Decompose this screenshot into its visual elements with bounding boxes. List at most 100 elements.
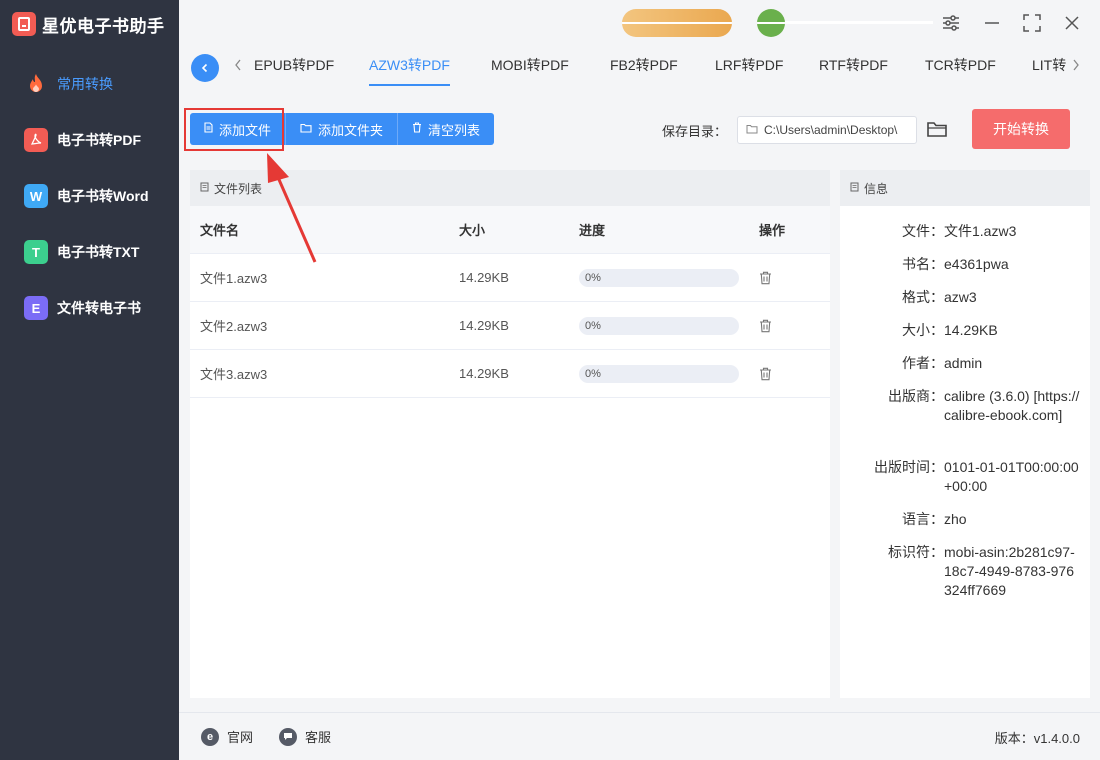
info-key: 语言： xyxy=(902,511,944,527)
info-value: zho xyxy=(944,511,967,527)
table-header: 文件名 大小 进度 操作 xyxy=(190,206,830,254)
back-button[interactable] xyxy=(191,54,219,82)
sidebar-item-label: 电子书转PDF xyxy=(57,132,141,148)
table-row[interactable]: 文件2.azw3 14.29KB 0% xyxy=(190,302,830,350)
ie-globe-icon: e xyxy=(201,727,219,746)
close-icon[interactable] xyxy=(1061,12,1083,34)
word-icon: W xyxy=(24,184,48,208)
clear-list-button[interactable]: 清空列表 xyxy=(398,113,495,145)
maximize-icon[interactable] xyxy=(1021,12,1043,34)
settings-sliders-icon[interactable] xyxy=(940,12,962,34)
add-file-button[interactable]: 添加文件 xyxy=(190,113,287,145)
delete-row-icon[interactable] xyxy=(759,271,773,285)
support-link[interactable]: 客服 xyxy=(279,727,331,746)
website-link[interactable]: e 官网 xyxy=(201,727,253,746)
tab-mobi-to-pdf[interactable]: MOBI转PDF xyxy=(491,48,569,88)
txt-icon: T xyxy=(24,240,48,264)
status-bar: e 官网 客服 版本：v1.4.0.0 xyxy=(179,712,1100,760)
title-bar xyxy=(179,0,1100,48)
file-list-header: 文件列表 xyxy=(190,170,830,206)
tab-epub-to-pdf[interactable]: EPUB转PDF xyxy=(254,48,334,88)
minimize-icon[interactable] xyxy=(981,12,1003,34)
info-key: 文件： xyxy=(902,223,944,239)
progress-text: 0% xyxy=(585,271,601,284)
pdf-icon xyxy=(24,128,48,152)
tab-fb2-to-pdf[interactable]: FB2转PDF xyxy=(610,48,678,88)
sidebar-item-common[interactable]: 常用转换 xyxy=(0,62,179,106)
clear-list-label: 清空列表 xyxy=(428,122,481,138)
progress-bar: 0% xyxy=(579,268,739,287)
info-value: 0101-01-01T00:00:00+00:00 xyxy=(944,459,1079,494)
sidebar-item-ebook-to-pdf[interactable]: 电子书转PDF xyxy=(0,118,179,162)
file-table: 文件名 大小 进度 操作 文件1.azw3 14.29KB 0% 文件2.azw… xyxy=(190,206,830,398)
chevron-left-icon xyxy=(201,63,208,73)
start-convert-button[interactable]: 开始转换 xyxy=(972,109,1070,149)
info-header: 信息 xyxy=(840,170,1090,206)
add-folder-button[interactable]: 添加文件夹 xyxy=(286,113,399,145)
info-key: 出版商： xyxy=(888,388,944,404)
app-window: 星优电子书助手 常用转换 电子书转PDF W 电子书转Word T 电子书转TX… xyxy=(0,0,1100,760)
info-key: 格式： xyxy=(902,289,944,305)
column-header-name: 文件名 xyxy=(200,223,240,238)
column-header-progress: 进度 xyxy=(579,223,606,238)
sidebar-item-ebook-to-txt[interactable]: T 电子书转TXT xyxy=(0,230,179,274)
browse-folder-icon[interactable] xyxy=(926,119,948,139)
conversion-tabs: EPUB转PDF AZW3转PDF MOBI转PDF FB2转PDF LRF转P… xyxy=(179,48,1100,88)
delete-row-icon[interactable] xyxy=(759,319,773,333)
info-icon xyxy=(850,182,859,195)
tab-lrf-to-pdf[interactable]: LRF转PDF xyxy=(715,48,783,88)
file-size: 14.29KB xyxy=(459,270,509,285)
chat-bubble-icon xyxy=(279,727,297,746)
vip-badge[interactable] xyxy=(622,9,732,37)
ebook-icon: E xyxy=(24,296,48,320)
tab-rtf-to-pdf[interactable]: RTF转PDF xyxy=(819,48,888,88)
info-key: 标识符： xyxy=(888,544,944,560)
website-label: 官网 xyxy=(227,730,254,745)
progress-bar: 0% xyxy=(579,316,739,335)
sidebar-item-file-to-ebook[interactable]: E 文件转电子书 xyxy=(0,286,179,330)
sidebar: 星优电子书助手 常用转换 电子书转PDF W 电子书转Word T 电子书转TX… xyxy=(0,0,179,760)
file-action-group: 添加文件 添加文件夹 清空列表 xyxy=(190,113,495,145)
tab-lit-to-pdf[interactable]: LIT转 xyxy=(1032,48,1066,88)
sidebar-item-ebook-to-word[interactable]: W 电子书转Word xyxy=(0,174,179,218)
tab-tcr-to-pdf[interactable]: TCR转PDF xyxy=(925,48,996,88)
file-name: 文件1.azw3 xyxy=(200,271,268,286)
support-label: 客服 xyxy=(305,730,332,745)
info-key: 书名： xyxy=(902,256,944,272)
tabs-scroll-right-icon[interactable] xyxy=(1072,58,1080,74)
folder-icon xyxy=(300,123,312,136)
brand: 星优电子书助手 xyxy=(0,0,179,48)
file-size: 14.29KB xyxy=(459,318,509,333)
tab-azw3-to-pdf[interactable]: AZW3转PDF xyxy=(369,48,450,88)
app-logo-icon xyxy=(12,12,36,36)
info-key: 作者： xyxy=(902,355,944,371)
info-title: 信息 xyxy=(864,181,889,196)
save-directory-path: C:\Users\admin\Desktop\ xyxy=(764,123,898,137)
info-panel: 信息 文件： 文件1.azw3 书名： e4361pwa 格式： azw3 大小… xyxy=(840,170,1090,698)
tabs-scroll-left-icon[interactable] xyxy=(234,58,242,74)
sidebar-item-label: 常用转换 xyxy=(57,76,113,92)
add-file-label: 添加文件 xyxy=(219,122,272,138)
info-key: 大小： xyxy=(902,322,944,338)
progress-text: 0% xyxy=(585,367,601,380)
file-name: 文件2.azw3 xyxy=(200,319,268,334)
sidebar-item-label: 文件转电子书 xyxy=(57,300,141,316)
save-directory-label: 保存目录： xyxy=(662,124,728,139)
info-value: admin xyxy=(944,355,983,371)
folder-outline-icon xyxy=(746,124,758,137)
flame-icon xyxy=(24,72,48,96)
table-row[interactable]: 文件1.azw3 14.29KB 0% xyxy=(190,254,830,302)
sidebar-item-label: 电子书转TXT xyxy=(57,244,140,260)
file-icon xyxy=(204,122,213,136)
file-name: 文件3.azw3 xyxy=(200,367,268,382)
save-directory-field[interactable]: C:\Users\admin\Desktop\ xyxy=(737,116,917,144)
avatar[interactable] xyxy=(757,9,785,37)
progress-text: 0% xyxy=(585,319,601,332)
info-value: azw3 xyxy=(944,289,977,305)
file-list-panel: 文件列表 文件名 大小 进度 操作 文件1.azw3 14.29KB 0% 文件… xyxy=(190,170,830,698)
delete-row-icon[interactable] xyxy=(759,367,773,381)
info-value: e4361pwa xyxy=(944,256,1009,272)
table-row[interactable]: 文件3.azw3 14.29KB 0% xyxy=(190,350,830,398)
column-header-action: 操作 xyxy=(759,223,786,238)
account-name-redacted xyxy=(785,21,933,24)
